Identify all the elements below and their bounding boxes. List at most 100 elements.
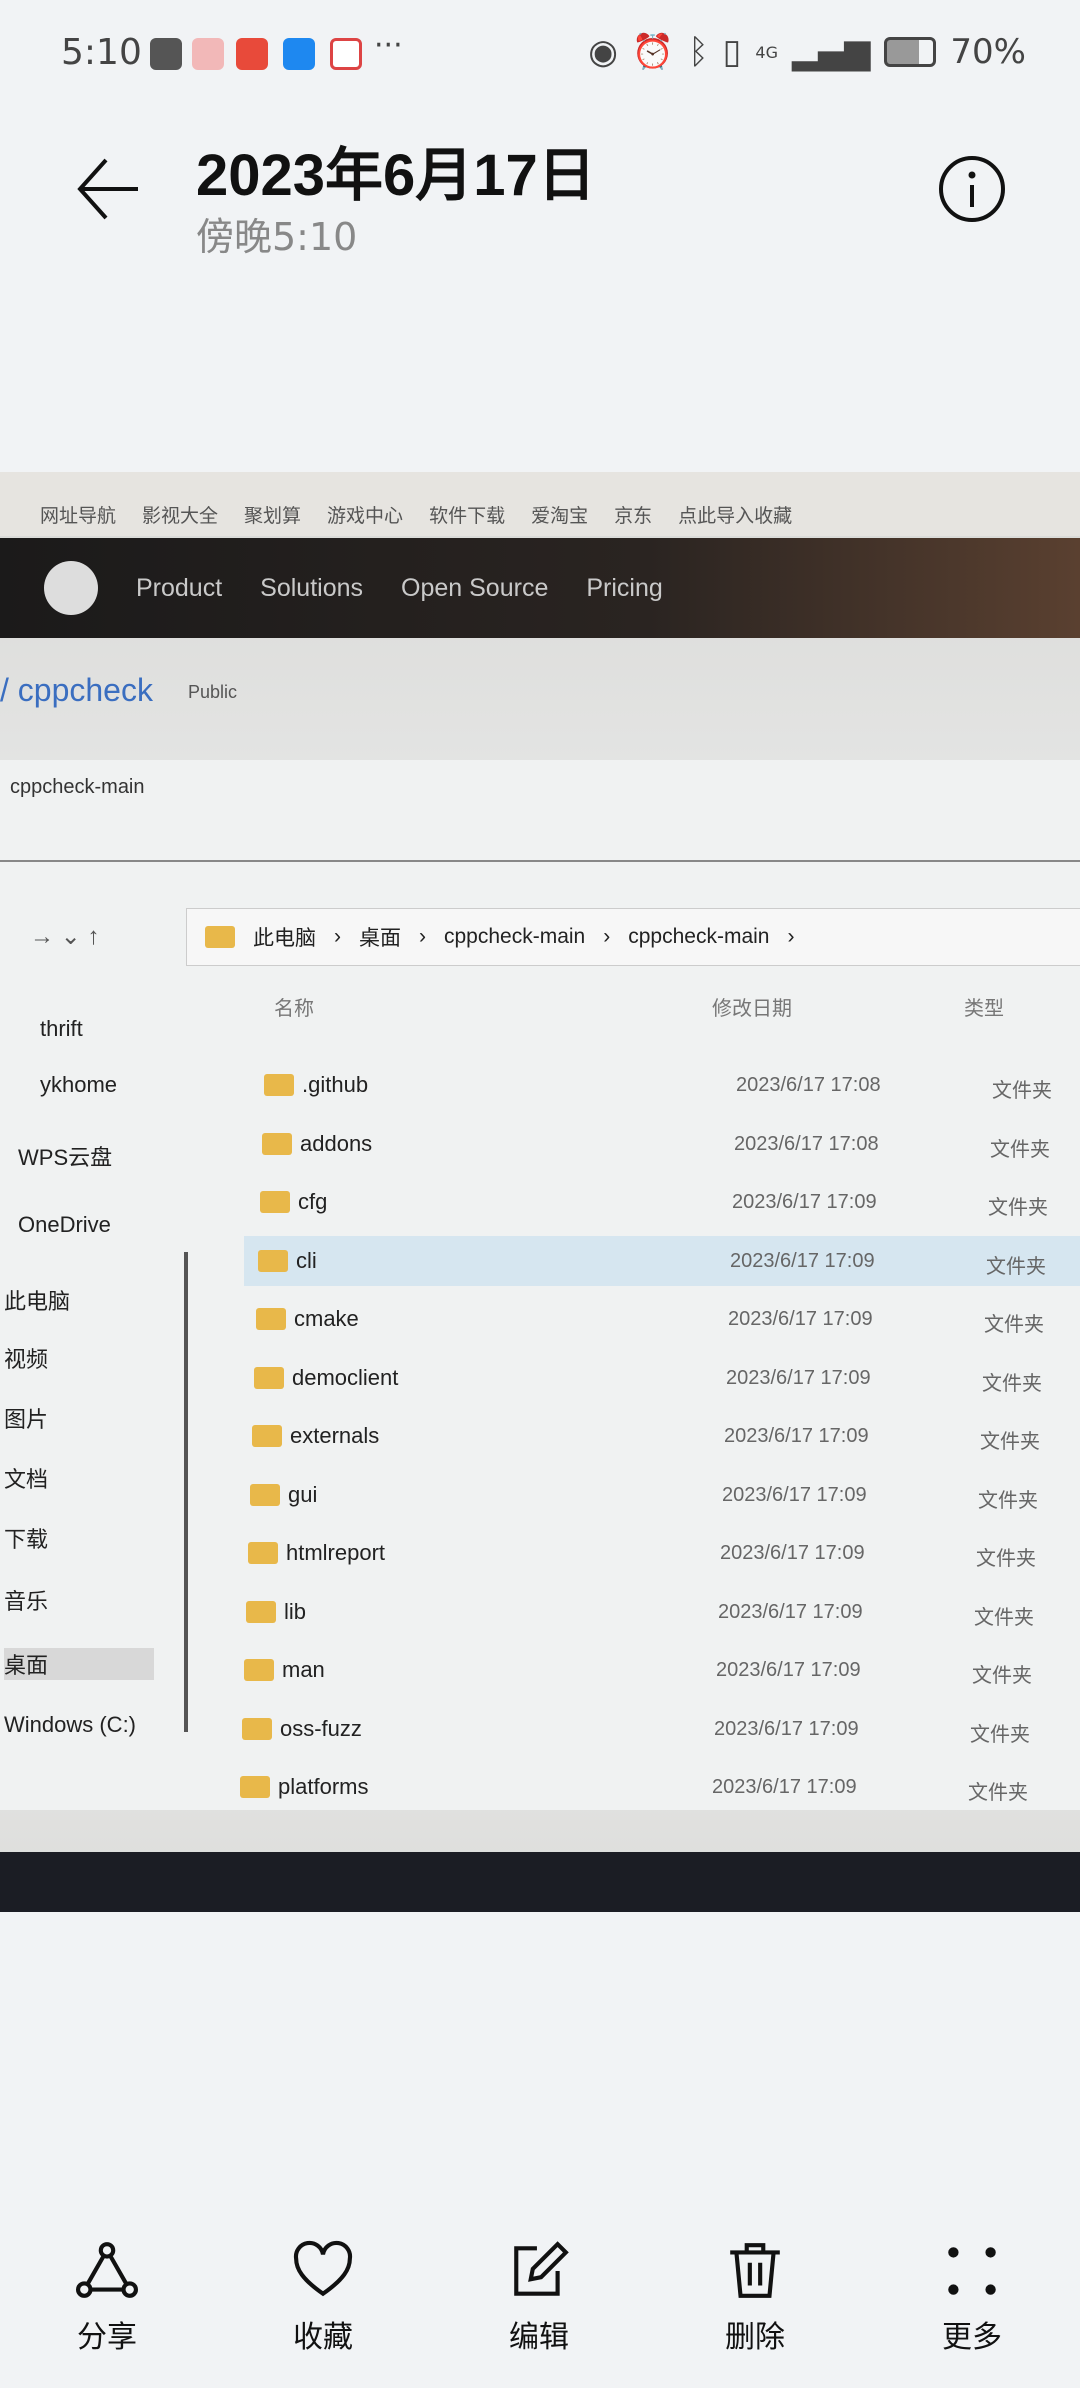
taskbar [0, 1852, 1080, 1912]
weather-icon [283, 38, 315, 70]
breadcrumb-item: 桌面 [359, 927, 401, 950]
column-header: 类型 [964, 998, 1004, 1020]
sidebar-item[interactable]: 视频 [4, 1342, 48, 1374]
info-icon[interactable] [938, 155, 1006, 223]
page-subtitle: 傍晚5:10 [196, 215, 358, 259]
file-row[interactable]: man 2023/6/17 17:09 文件夹 [230, 1645, 1080, 1695]
file-row[interactable]: htmlreport 2023/6/17 17:09 文件夹 [234, 1528, 1080, 1578]
file-type: 文件夹 [970, 1723, 1030, 1746]
sidebar-item[interactable]: Windows (C:) [4, 1712, 136, 1738]
more-notifications-icon: ··· [374, 28, 403, 63]
status-bar: 5:10 ··· ◉ ⏰ ᛒ ▯ 4G ▂▄▆ 70% [0, 28, 1080, 78]
more-button[interactable]: 更多 [912, 2240, 1032, 2356]
folder-icon [244, 1659, 274, 1681]
sidebar-item[interactable]: ykhome [40, 1072, 117, 1098]
action-label: 编辑 [509, 2320, 569, 2355]
file-name: platforms [278, 1774, 369, 1799]
column-header: 名称 [274, 998, 314, 1020]
action-label: 分享 [77, 2320, 137, 2355]
file-date: 2023/6/17 17:09 [728, 1308, 873, 1330]
breadcrumb-item: cppcheck-main [628, 925, 770, 948]
photo-viewer[interactable]: 网址导航 影视大全 聚划算 游戏中心 软件下载 爱淘宝 京东 点此导入收藏 Pr… [0, 472, 1080, 1912]
file-type: 文件夹 [974, 1606, 1034, 1629]
file-row[interactable]: .github 2023/6/17 17:08 文件夹 [250, 1060, 1080, 1110]
file-name: cmake [294, 1306, 359, 1331]
file-date: 2023/6/17 17:09 [720, 1542, 865, 1564]
file-type: 文件夹 [990, 1138, 1050, 1161]
folder-icon [252, 1425, 282, 1447]
file-type: 文件夹 [972, 1665, 1032, 1687]
notification-icon [192, 38, 224, 70]
file-date: 2023/6/17 17:09 [712, 1776, 857, 1798]
share-button[interactable]: 分享 [47, 2240, 167, 2356]
file-row[interactable]: cli 2023/6/17 17:09 文件夹 [244, 1235, 1080, 1286]
file-type: 文件夹 [968, 1782, 1028, 1804]
file-name: .github [302, 1072, 369, 1097]
sidebar-item[interactable]: 文档 [4, 1462, 48, 1494]
vibrate-icon: ▯ [722, 32, 742, 72]
edit-button[interactable]: 编辑 [479, 2240, 599, 2356]
sidebar-item[interactable]: 桌面 [4, 1648, 154, 1680]
file-type: 文件夹 [986, 1255, 1046, 1278]
column-header: 修改日期 [712, 998, 792, 1020]
file-date: 2023/6/17 17:09 [726, 1366, 871, 1389]
file-row[interactable]: cmake 2023/6/17 17:09 文件夹 [242, 1294, 1080, 1344]
folder-icon [264, 1074, 294, 1096]
github-logo-icon [44, 561, 98, 615]
action-label: 删除 [725, 2320, 785, 2355]
folder-icon [248, 1542, 278, 1564]
file-date: 2023/6/17 17:08 [736, 1074, 881, 1096]
file-name: democlient [292, 1364, 399, 1390]
folder-icon [205, 926, 235, 948]
repo-name: / cppcheck [0, 672, 153, 708]
folder-icon [260, 1191, 290, 1213]
folder-icon [254, 1366, 284, 1389]
folder-icon [256, 1308, 286, 1330]
favorite-button[interactable]: 收藏 [263, 2240, 383, 2356]
file-type: 文件夹 [976, 1548, 1036, 1570]
file-row[interactable]: democlient 2023/6/17 17:09 文件夹 [240, 1353, 1080, 1403]
sidebar-item[interactable]: WPS云盘 [18, 1140, 112, 1172]
file-type: 文件夹 [980, 1431, 1040, 1453]
sidebar-item[interactable]: 此电脑 [4, 1284, 70, 1316]
breadcrumb: 此电脑 › 桌面 › cppcheck-main › cppcheck-main › [186, 908, 1080, 966]
sidebar-item[interactable]: 下载 [4, 1522, 48, 1554]
edit-icon [514, 2241, 569, 2296]
file-date: 2023/6/17 17:09 [716, 1659, 861, 1681]
battery-icon [884, 37, 937, 67]
file-date: 2023/6/17 17:09 [730, 1249, 875, 1272]
file-date: 2023/6/17 17:09 [722, 1483, 867, 1506]
file-type: 文件夹 [988, 1197, 1048, 1219]
file-row[interactable]: cfg 2023/6/17 17:09 文件夹 [246, 1177, 1080, 1227]
eye-icon: ◉ [588, 32, 618, 72]
folder-icon [258, 1249, 288, 1272]
file-type: 文件夹 [978, 1489, 1038, 1512]
file-date: 2023/6/17 17:09 [732, 1191, 877, 1213]
file-date: 2023/6/17 17:09 [718, 1600, 863, 1623]
sidebar-item[interactable]: OneDrive [18, 1212, 111, 1238]
file-name: gui [288, 1481, 318, 1507]
more-icon [948, 2247, 996, 2295]
sidebar-item[interactable]: 图片 [4, 1402, 48, 1434]
file-name: lib [284, 1598, 307, 1624]
file-row[interactable]: addons 2023/6/17 17:08 文件夹 [248, 1119, 1080, 1169]
bookmark: 网址导航 [40, 505, 117, 527]
sidebar-item[interactable]: thrift [40, 1016, 83, 1042]
file-date: 2023/6/17 17:09 [714, 1717, 859, 1740]
sidebar-item[interactable]: 音乐 [4, 1584, 48, 1616]
folder-icon [262, 1132, 292, 1155]
file-date: 2023/6/17 17:08 [734, 1132, 879, 1155]
file-row[interactable]: lib 2023/6/17 17:09 文件夹 [232, 1587, 1080, 1637]
nav-item: Pricing [586, 573, 663, 602]
file-row[interactable]: platforms 2023/6/17 17:09 文件夹 [226, 1762, 1080, 1812]
bookmark: 点此导入收藏 [678, 505, 793, 527]
page-title: 2023年6月17日 [196, 143, 596, 208]
back-arrow-icon[interactable] [76, 156, 142, 222]
file-row[interactable]: gui 2023/6/17 17:09 文件夹 [236, 1470, 1080, 1520]
file-row[interactable]: externals 2023/6/17 17:09 文件夹 [238, 1411, 1080, 1461]
bookmark: 聚划算 [244, 505, 302, 527]
breadcrumb-item: 此电脑 [253, 927, 316, 950]
file-row[interactable]: oss-fuzz 2023/6/17 17:09 文件夹 [228, 1704, 1080, 1754]
delete-button[interactable]: 删除 [695, 2240, 815, 2356]
file-name: oss-fuzz [280, 1715, 362, 1741]
